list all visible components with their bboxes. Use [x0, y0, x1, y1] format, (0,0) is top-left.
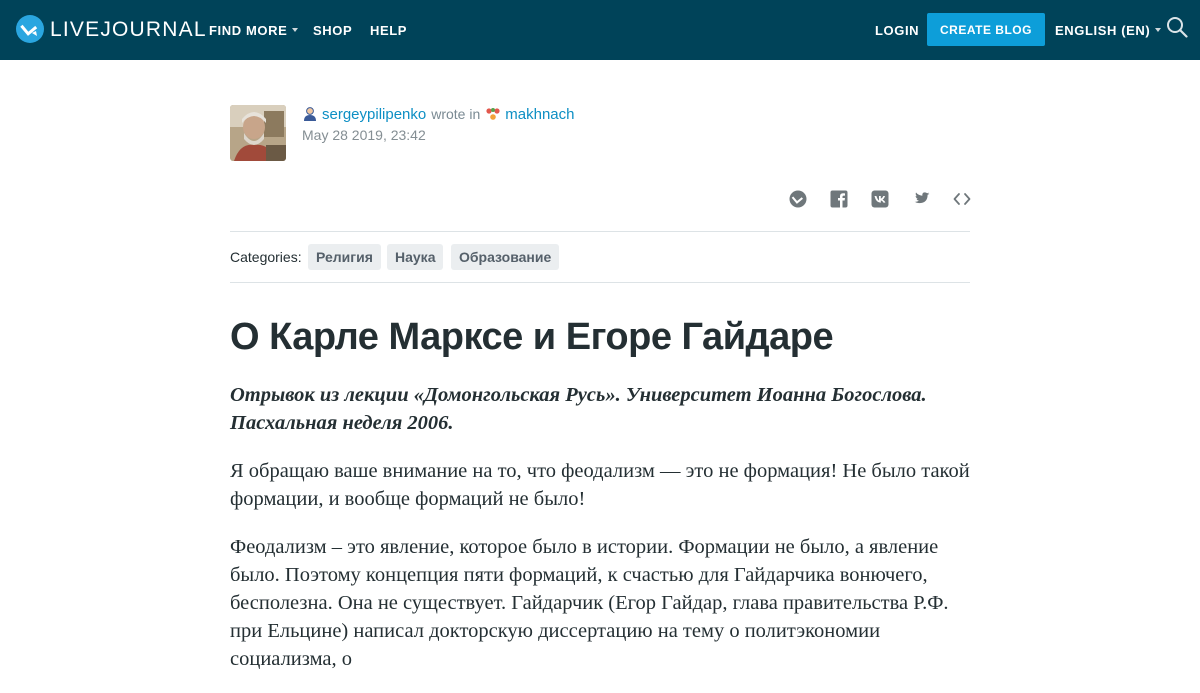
- post-author-line: sergeypilipenko wrote in makhnach: [302, 104, 574, 124]
- author-avatar[interactable]: [230, 105, 286, 161]
- avatar-photo: [230, 105, 286, 161]
- community-link[interactable]: makhnach: [505, 106, 574, 123]
- community-icon[interactable]: [485, 106, 501, 122]
- article-lead: Отрывок из лекции «Домонгольская Русь». …: [230, 384, 927, 434]
- nav-find-more-label[interactable]: FIND MORE: [209, 23, 287, 38]
- article-body: Отрывок из лекции «Домонгольская Русь». …: [230, 381, 975, 693]
- twitter-icon[interactable]: [911, 189, 931, 209]
- category-tag-religion[interactable]: Религия: [308, 244, 381, 270]
- nav-help[interactable]: HELP: [370, 0, 407, 60]
- nav-find-more[interactable]: FIND MORE: [209, 0, 299, 60]
- author-link[interactable]: sergeypilipenko: [322, 106, 426, 123]
- post-title: О Карле Марксе и Егоре Гайдаре: [230, 316, 834, 358]
- nav-shop-label[interactable]: SHOP: [313, 23, 352, 38]
- nav-help-label[interactable]: HELP: [370, 23, 407, 38]
- nav-shop[interactable]: SHOP: [313, 0, 352, 60]
- category-tag-science[interactable]: Наука: [387, 244, 444, 270]
- chevron-down-icon: [292, 28, 299, 32]
- vk-icon[interactable]: [870, 189, 890, 209]
- facebook-icon[interactable]: [829, 189, 849, 209]
- divider-bottom: [230, 282, 970, 283]
- search-icon[interactable]: [1166, 16, 1188, 38]
- top-header: LIVEJOURNAL FIND MORE SHOP HELP LOGIN CR…: [0, 0, 1200, 60]
- divider-top: [230, 231, 970, 232]
- categories-label: Categories:: [230, 249, 302, 265]
- wrote-in-text: wrote in: [431, 106, 481, 122]
- post-date[interactable]: May 28 2019, 23:42: [302, 127, 426, 143]
- user-icon[interactable]: [302, 106, 318, 122]
- language-label[interactable]: ENGLISH (EN): [1055, 23, 1150, 38]
- article-paragraph: Феодализм – это явление, которое было в …: [230, 536, 949, 670]
- login-link[interactable]: LOGIN: [875, 0, 919, 60]
- livejournal-share-icon[interactable]: [788, 189, 808, 209]
- language-selector[interactable]: ENGLISH (EN): [1055, 0, 1162, 60]
- chevron-down-icon: [1155, 28, 1162, 32]
- login-label[interactable]: LOGIN: [875, 23, 919, 38]
- embed-code-icon[interactable]: [952, 189, 972, 209]
- article-paragraph: Я обращаю ваше внимание на то, что феода…: [230, 460, 970, 510]
- create-blog-button[interactable]: CREATE BLOG: [927, 13, 1045, 46]
- livejournal-logo-icon[interactable]: [15, 14, 45, 44]
- category-tag-education[interactable]: Образование: [451, 244, 560, 270]
- logo-text[interactable]: LIVEJOURNAL: [50, 17, 207, 43]
